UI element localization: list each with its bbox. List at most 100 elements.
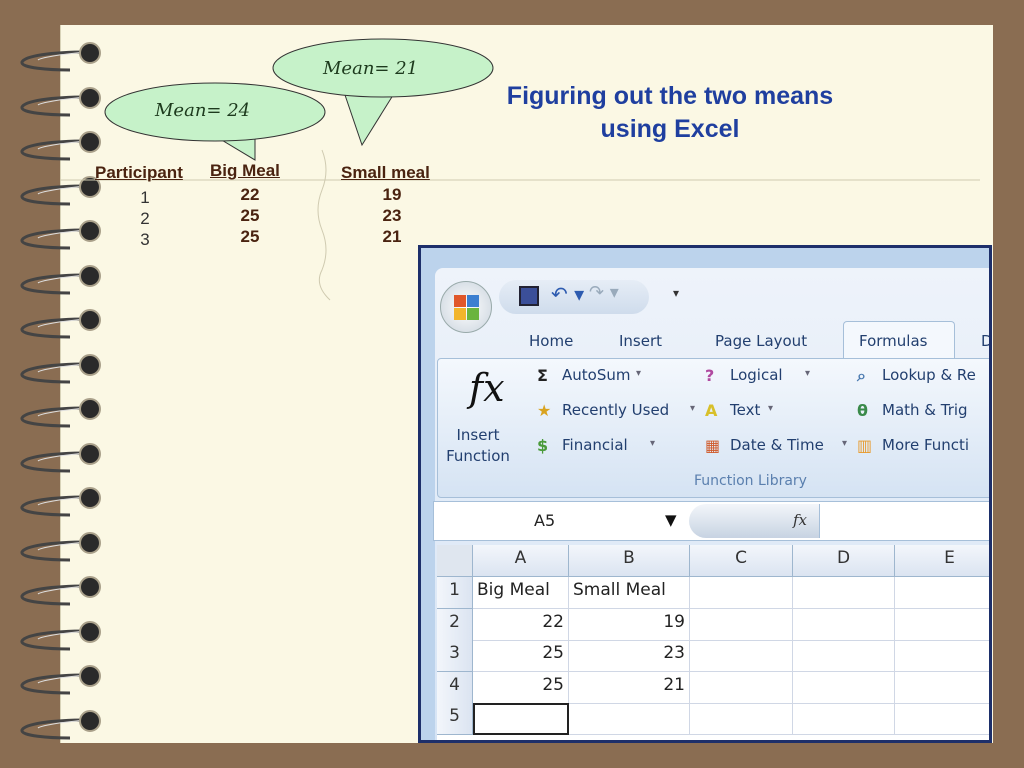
insert-function-button[interactable]: Insert Function (443, 425, 513, 467)
bubble-text-small: Mean= 21 (323, 58, 419, 79)
cell-D1[interactable] (793, 577, 895, 609)
ribbon-math-trig[interactable]: Math & Trig (882, 401, 968, 419)
row-header-3[interactable]: 3 (437, 640, 473, 672)
tab-formulas[interactable]: Formulas (859, 332, 927, 350)
row-header-5[interactable]: 5 (437, 703, 473, 735)
recently-used-icon: ★ (537, 401, 552, 420)
cell-C1[interactable] (690, 577, 793, 609)
cell-B2[interactable]: 19 (569, 608, 690, 641)
cell-E2[interactable] (895, 609, 989, 641)
column-header-D[interactable]: D (793, 545, 895, 577)
spiral-ring-icon (20, 576, 101, 606)
spreadsheet-grid: A B C D E 1 Big Meal Small Meal 2 22 19 3 25 23 4 25 21 5 (437, 545, 989, 740)
ribbon-more-functi[interactable]: More Functi (882, 436, 969, 454)
cell-D2[interactable] (793, 608, 895, 641)
bubble-text-big: Mean= 24 (155, 100, 251, 121)
cell-C2[interactable] (690, 608, 793, 641)
cell-A1[interactable]: Big Meal (473, 577, 569, 609)
header-participant: Participant (95, 163, 183, 182)
name-box[interactable]: A5 (534, 511, 555, 530)
participant-id: 2 (140, 209, 150, 228)
tab-page-layout[interactable]: Page Layout (715, 332, 807, 350)
cell-E1[interactable] (895, 577, 989, 609)
ribbon-text[interactable]: Text (730, 401, 760, 419)
dropdown-arrow-icon[interactable]: ▾ (636, 368, 641, 379)
column-header-C[interactable]: C (690, 545, 793, 577)
cell-D5[interactable] (793, 703, 895, 735)
cell-C5[interactable] (690, 703, 793, 735)
spiral-ring-icon (20, 531, 101, 561)
dropdown-arrow-icon[interactable]: ▾ (805, 368, 810, 379)
excel-window: ↶ ▾ ↷ ▾ ▾ Home Insert Page Layout Formulas D… (418, 245, 992, 743)
cell-D4[interactable] (793, 671, 895, 704)
cell-B3[interactable]: 23 (569, 640, 690, 672)
ribbon-financial[interactable]: Financial (562, 436, 628, 454)
lookup-re-icon: ⌕ (857, 366, 866, 385)
spiral-ring-icon (20, 353, 101, 383)
autosum-icon: Σ (537, 366, 548, 385)
column-header-B[interactable]: B (569, 545, 690, 577)
row-header-1[interactable]: 1 (437, 577, 473, 609)
logical-icon: ? (705, 366, 715, 385)
customize-toolbar-icon[interactable]: ▾ (673, 286, 679, 300)
redo-icon[interactable]: ↷ ▾ (589, 282, 619, 303)
spiral-ring-icon (20, 398, 101, 428)
cell-A5[interactable] (473, 703, 569, 735)
dropdown-arrow-icon[interactable]: ▾ (842, 438, 847, 449)
small-meal-value: 23 (382, 206, 402, 225)
cell-A4[interactable]: 25 (473, 671, 569, 704)
spiral-ring-icon (20, 665, 101, 695)
undo-icon[interactable]: ↶ ▾ (551, 282, 584, 306)
cell-C3[interactable] (690, 640, 793, 672)
tab-home[interactable]: Home (529, 332, 573, 350)
participant-id: 1 (140, 188, 150, 207)
bubble-big-meal (104, 82, 326, 161)
save-icon[interactable] (519, 286, 539, 306)
date-time-icon: ▦ (705, 436, 721, 455)
formula-fx-icon[interactable]: fx (793, 511, 807, 529)
row-header-4[interactable]: 4 (437, 671, 473, 704)
cell-B1[interactable]: Small Meal (569, 577, 690, 609)
dropdown-arrow-icon[interactable]: ▾ (650, 438, 655, 449)
cell-E4[interactable] (895, 672, 989, 704)
financial-icon: $ (537, 436, 549, 455)
small-meal-value: 21 (382, 227, 402, 246)
participant-id: 3 (140, 230, 150, 249)
cell-E5[interactable] (895, 703, 989, 735)
spiral-ring-icon (20, 487, 101, 517)
dropdown-arrow-icon[interactable]: ▾ (768, 403, 773, 414)
row-header-2[interactable]: 2 (437, 608, 473, 641)
cell-D3[interactable] (793, 640, 895, 672)
cell-B4[interactable]: 21 (569, 671, 690, 704)
cell-E3[interactable] (895, 640, 989, 672)
cell-A3[interactable]: 25 (473, 640, 569, 672)
tab-insert[interactable]: Insert (619, 332, 662, 350)
office-button[interactable] (440, 281, 492, 333)
text-icon: A (705, 401, 718, 420)
tab-d[interactable]: D (981, 332, 989, 350)
ribbon-recently-used[interactable]: Recently Used (562, 401, 669, 419)
big-meal-value: 25 (240, 206, 260, 225)
ribbon-logical[interactable]: Logical (730, 366, 783, 384)
cell-C4[interactable] (690, 671, 793, 704)
more-functi-icon: ▥ (857, 436, 873, 455)
name-box-dropdown-icon[interactable]: ▼ (665, 511, 677, 529)
cell-B5[interactable] (569, 703, 690, 735)
ribbon-date-time[interactable]: Date & Time (730, 436, 824, 454)
big-meal-value: 22 (240, 185, 260, 204)
column-header-A[interactable]: A (473, 545, 569, 577)
group-label-function-library: Function Library (694, 473, 807, 489)
dropdown-arrow-icon[interactable]: ▾ (690, 403, 695, 414)
slide-title: Figuring out the two means using Excel (506, 82, 834, 143)
math-trig-icon: θ (857, 401, 868, 420)
spiral-ring-icon (20, 620, 101, 650)
select-all-corner[interactable] (437, 545, 473, 577)
bubble-small-meal (272, 38, 494, 147)
small-meal-value: 19 (382, 185, 402, 204)
column-header-E[interactable]: E (895, 545, 989, 577)
insert-function-fx-icon[interactable]: fx (469, 366, 505, 410)
cell-A2[interactable]: 22 (473, 608, 569, 641)
ribbon-autosum[interactable]: AutoSum (562, 366, 630, 384)
ribbon-lookup-re[interactable]: Lookup & Re (882, 366, 976, 384)
header-small-meal: Small meal (341, 163, 430, 182)
